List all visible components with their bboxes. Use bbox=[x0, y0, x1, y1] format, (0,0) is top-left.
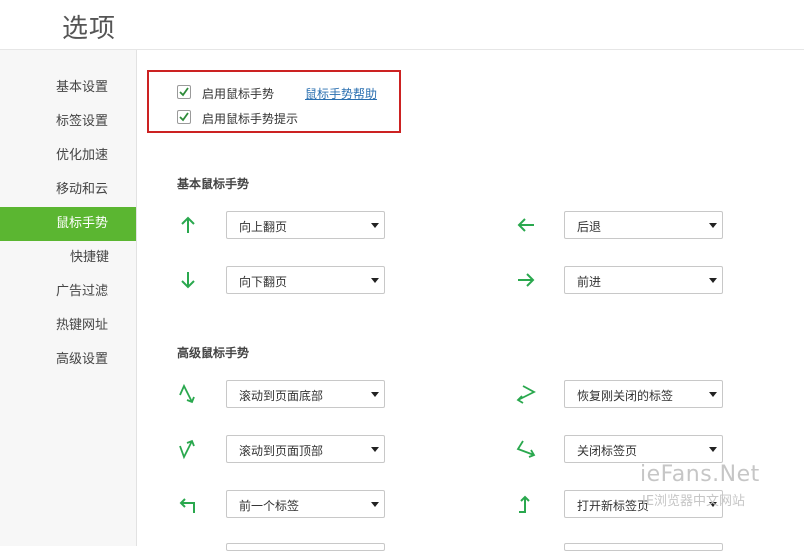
enable-gestures-checkbox[interactable] bbox=[177, 85, 191, 99]
sidebar-item-shortcuts[interactable]: 快捷键 bbox=[0, 241, 136, 275]
sidebar-item-basic-settings[interactable]: 基本设置 bbox=[0, 71, 136, 105]
gesture-down-up-select[interactable]: 滚动到页面顶部 bbox=[226, 435, 385, 463]
page-title: 选项 bbox=[62, 14, 117, 44]
sidebar-item-mobile-cloud[interactable]: 移动和云 bbox=[0, 173, 136, 207]
gesture-up-down-value: 滚动到页面底部 bbox=[239, 389, 324, 403]
header-bar: 选项 bbox=[0, 0, 804, 50]
gesture-left-turn-select[interactable]: 前一个标签 bbox=[226, 490, 385, 518]
gesture-left-right-select[interactable]: 关闭标签页 bbox=[564, 435, 723, 463]
gesture-right-select[interactable]: 前进 bbox=[564, 266, 723, 294]
sidebar-item-optimize[interactable]: 优化加速 bbox=[0, 139, 136, 173]
arrow-right-icon bbox=[518, 273, 535, 287]
sidebar-item-label: 鼠标手势 bbox=[56, 216, 109, 231]
sidebar-item-hotkey-urls[interactable]: 热键网址 bbox=[0, 309, 136, 343]
sidebar-item-label: 广告过滤 bbox=[56, 284, 109, 299]
gesture-down-up-value: 滚动到页面顶部 bbox=[239, 444, 324, 458]
advanced-gestures-title: 高级鼠标手势 bbox=[177, 346, 250, 360]
gesture-right-value: 前进 bbox=[577, 275, 602, 289]
sidebar-item-tab-settings[interactable]: 标签设置 bbox=[0, 105, 136, 139]
gesture-down-select[interactable]: 向下翻页 bbox=[226, 266, 385, 294]
sidebar-item-label: 优化加速 bbox=[56, 148, 109, 163]
sidebar-item-mouse-gestures[interactable]: 鼠标手势 bbox=[0, 207, 136, 241]
watermark-brand: ieFans.Net bbox=[640, 462, 760, 487]
up-down-gesture-icon bbox=[179, 383, 195, 404]
gesture-help-link[interactable]: 鼠标手势帮助 bbox=[305, 85, 377, 102]
chevron-down-icon bbox=[709, 223, 717, 228]
chevron-down-icon bbox=[371, 392, 379, 397]
gesture-next-select[interactable] bbox=[226, 543, 385, 551]
enable-gesture-hints-checkbox[interactable] bbox=[177, 110, 191, 124]
gesture-left-right-value: 关闭标签页 bbox=[577, 444, 638, 458]
gesture-right-left-value: 恢复刚关闭的标签 bbox=[577, 389, 674, 403]
chevron-down-icon bbox=[371, 223, 379, 228]
gesture-next-select[interactable] bbox=[564, 543, 723, 551]
enable-gestures-label: 启用鼠标手势 bbox=[202, 87, 275, 101]
sidebar-item-label: 快捷键 bbox=[70, 250, 110, 265]
sidebar-item-ad-filter[interactable]: 广告过滤 bbox=[0, 275, 136, 309]
sidebar-item-label: 标签设置 bbox=[56, 114, 109, 129]
sidebar-item-advanced[interactable]: 高级设置 bbox=[0, 343, 136, 377]
gesture-left-value: 后退 bbox=[577, 220, 602, 234]
chevron-down-icon bbox=[371, 502, 379, 507]
gesture-left-turn-value: 前一个标签 bbox=[239, 499, 300, 513]
arrow-up-icon bbox=[181, 216, 195, 233]
left-right-gesture-icon bbox=[516, 440, 536, 458]
down-up-gesture-icon bbox=[179, 439, 195, 460]
basic-gestures-title: 基本鼠标手势 bbox=[177, 177, 250, 191]
gesture-up-down-select[interactable]: 滚动到页面底部 bbox=[226, 380, 385, 408]
sidebar-item-label: 移动和云 bbox=[56, 182, 109, 197]
arrow-left-icon bbox=[517, 218, 534, 232]
up-turn-arrow-icon bbox=[519, 495, 530, 513]
arrow-down-icon bbox=[181, 272, 195, 289]
sidebar-item-label: 基本设置 bbox=[56, 80, 109, 95]
enable-gesture-hints-label: 启用鼠标手势提示 bbox=[202, 112, 299, 126]
gesture-up-value: 向上翻页 bbox=[239, 220, 288, 234]
left-turn-arrow-icon bbox=[179, 498, 195, 513]
right-left-gesture-icon bbox=[516, 385, 536, 404]
gesture-up-select[interactable]: 向上翻页 bbox=[226, 211, 385, 239]
chevron-down-icon bbox=[709, 392, 717, 397]
chevron-down-icon bbox=[709, 447, 717, 452]
watermark-subtitle: IE浏览器中文网站 bbox=[642, 494, 746, 509]
gesture-down-value: 向下翻页 bbox=[239, 275, 288, 289]
chevron-down-icon bbox=[709, 278, 717, 283]
gesture-right-left-select[interactable]: 恢复刚关闭的标签 bbox=[564, 380, 723, 408]
chevron-down-icon bbox=[371, 447, 379, 452]
sidebar-item-label: 高级设置 bbox=[56, 352, 109, 367]
chevron-down-icon bbox=[371, 278, 379, 283]
gesture-left-select[interactable]: 后退 bbox=[564, 211, 723, 239]
sidebar-item-label: 热键网址 bbox=[56, 318, 109, 333]
gesture-up-turn-value: 打开新标签页 bbox=[577, 499, 650, 513]
sidebar: 基本设置 标签设置 优化加速 移动和云 鼠标手势 快捷键 广告过滤 热键网址 高… bbox=[0, 50, 137, 546]
